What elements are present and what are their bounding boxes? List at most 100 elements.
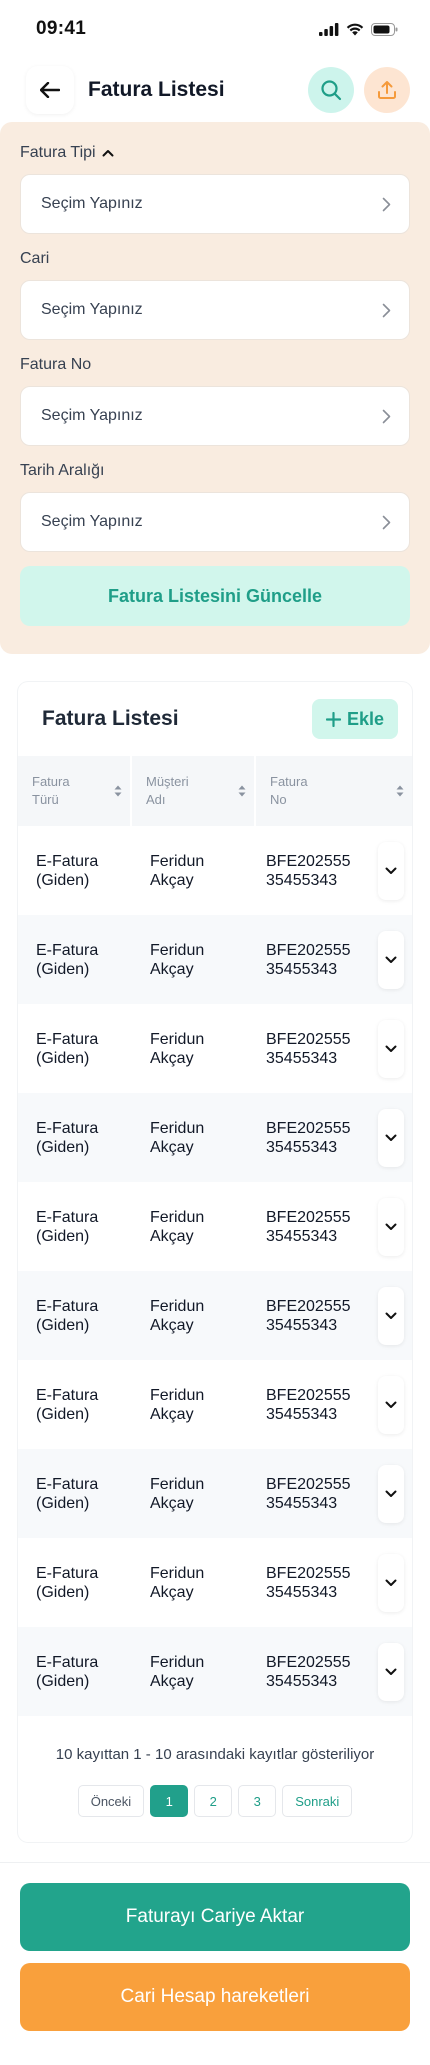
row-expand-button[interactable] — [378, 930, 404, 989]
status-time: 09:41 — [36, 18, 87, 39]
list-header: Fatura Listesi Ekle — [18, 682, 412, 756]
cell-line: 35455343 — [266, 960, 338, 978]
cell-line: 35455343 — [266, 1138, 338, 1156]
filter-label-text: Fatura No — [20, 356, 92, 373]
cell-line: Feridun — [150, 1030, 205, 1048]
cell-line: 35455343 — [266, 1049, 338, 1067]
cell-fatura-turu: E-Fatura (Giden) — [18, 1386, 132, 1424]
cell-line: E-Fatura — [36, 1386, 99, 1404]
filter-label-fatura-tipi[interactable]: Fatura Tipi — [20, 142, 410, 164]
cell-fatura-turu: E-Fatura (Giden) — [18, 941, 132, 979]
column-header-line: Fatura — [32, 774, 70, 789]
column-header-text: Müşteri Adı — [146, 773, 189, 809]
table-row: E-Fatura (Giden) Feridun Akçay BFE202555 35… — [18, 1538, 412, 1627]
sort-icon — [396, 785, 404, 797]
search-icon — [321, 80, 342, 101]
cell-line: (Giden) — [36, 1049, 90, 1067]
cell-line: 35455343 — [266, 1316, 338, 1334]
tarih-araligi-select[interactable]: Seçim Yapınız — [20, 492, 410, 552]
cell-fatura-turu: E-Fatura (Giden) — [18, 1653, 132, 1691]
cell-fatura-no: BFE202555 35455343 — [256, 1475, 360, 1513]
pagination: Önceki 1 2 3 Sonraki — [18, 1785, 412, 1817]
sort-icon — [114, 785, 122, 797]
cell-line: BFE202555 — [266, 1475, 351, 1493]
cell-line: Feridun — [150, 1297, 205, 1315]
transfer-to-account-button[interactable]: Faturayı Cariye Aktar — [20, 1883, 410, 1951]
invoice-list-card: Fatura Listesi Ekle Fatura Türü Müşteri Ad… — [18, 682, 412, 1842]
filter-label-text: Tarih Aralığı — [20, 462, 105, 479]
cell-fatura-turu: E-Fatura (Giden) — [18, 1119, 132, 1157]
back-button[interactable] — [26, 66, 74, 114]
row-expand-button[interactable] — [378, 1642, 404, 1701]
page-button-3[interactable]: 3 — [238, 1785, 277, 1817]
chevron-right-icon — [382, 303, 391, 317]
row-expand-button[interactable] — [378, 1108, 404, 1167]
row-expand-button[interactable] — [378, 1197, 404, 1256]
cell-fatura-turu: E-Fatura (Giden) — [18, 1475, 132, 1513]
column-header-fatura-no[interactable]: Fatura No — [256, 756, 412, 826]
chevron-up-icon — [102, 150, 114, 157]
next-page-button[interactable]: Sonraki — [282, 1785, 353, 1817]
chevron-right-icon — [382, 515, 391, 529]
fatura-tipi-select[interactable]: Seçim Yapınız — [20, 174, 410, 234]
cell-line: Feridun — [150, 1653, 205, 1671]
row-expand-button[interactable] — [378, 1553, 404, 1612]
fatura-no-select[interactable]: Seçim Yapınız — [20, 386, 410, 446]
cari-select[interactable]: Seçim Yapınız — [20, 280, 410, 340]
select-value: Seçim Yapınız — [41, 301, 143, 318]
chevron-down-icon — [385, 1223, 397, 1230]
cell-line: Akçay — [150, 1227, 194, 1245]
cell-line: E-Fatura — [36, 941, 99, 959]
status-bar: 09:41 — [0, 0, 430, 58]
add-button[interactable]: Ekle — [311, 699, 398, 739]
cell-line: E-Fatura — [36, 1564, 99, 1582]
cell-line: BFE202555 — [266, 1653, 351, 1671]
page-button-1[interactable]: 1 — [150, 1785, 189, 1817]
row-expand-button[interactable] — [378, 841, 404, 900]
cell-line: BFE202555 — [266, 941, 351, 959]
cell-line: Akçay — [150, 1494, 194, 1512]
cell-line: (Giden) — [36, 1227, 90, 1245]
account-movements-button[interactable]: Cari Hesap hareketleri — [20, 1963, 410, 2031]
chevron-down-icon — [385, 1579, 397, 1586]
cell-line: Feridun — [150, 1208, 205, 1226]
upload-icon — [378, 81, 396, 99]
cell-line: (Giden) — [36, 1316, 90, 1334]
cell-line: (Giden) — [36, 960, 90, 978]
cell-musteri-adi: Feridun Akçay — [132, 1386, 256, 1424]
filter-label-text: Cari — [20, 250, 50, 267]
cell-line: Feridun — [150, 1119, 205, 1137]
cell-line: (Giden) — [36, 1672, 90, 1690]
row-expand-button[interactable] — [378, 1464, 404, 1523]
update-list-button[interactable]: Fatura Listesini Güncelle — [20, 566, 410, 626]
select-value: Seçim Yapınız — [41, 513, 143, 530]
row-expand-button[interactable] — [378, 1375, 404, 1434]
cell-fatura-no: BFE202555 35455343 — [256, 852, 360, 890]
bottom-actions: Faturayı Cariye Aktar Cari Hesap hareket… — [0, 1862, 430, 2065]
cell-line: 35455343 — [266, 1227, 338, 1245]
row-expand-button[interactable] — [378, 1019, 404, 1078]
cell-line: (Giden) — [36, 1138, 90, 1156]
column-header-musteri-adi[interactable]: Müşteri Adı — [132, 756, 256, 826]
cell-musteri-adi: Feridun Akçay — [132, 941, 256, 979]
column-header-line: No — [270, 792, 287, 807]
filter-label-tarih-araligi: Tarih Aralığı — [20, 460, 410, 482]
plus-icon — [325, 711, 341, 727]
table-row: E-Fatura (Giden) Feridun Akçay BFE202555 35… — [18, 826, 412, 915]
sort-icon — [238, 785, 246, 797]
search-button[interactable] — [308, 67, 354, 113]
prev-page-button[interactable]: Önceki — [77, 1785, 145, 1817]
pagination-summary: 10 kayıttan 1 - 10 arasındaki kayıtlar g… — [55, 1746, 375, 1763]
column-header-fatura-turu[interactable]: Fatura Türü — [18, 756, 132, 826]
cell-line: Feridun — [150, 941, 205, 959]
row-expand-button[interactable] — [378, 1286, 404, 1345]
cell-line: BFE202555 — [266, 1208, 351, 1226]
cell-musteri-adi: Feridun Akçay — [132, 1297, 256, 1335]
cell-fatura-no: BFE202555 35455343 — [256, 1386, 360, 1424]
cell-line: E-Fatura — [36, 1475, 99, 1493]
upload-button[interactable] — [364, 67, 410, 113]
cell-fatura-turu: E-Fatura (Giden) — [18, 852, 132, 890]
cell-line: BFE202555 — [266, 1386, 351, 1404]
page-button-2[interactable]: 2 — [194, 1785, 233, 1817]
cell-line: E-Fatura — [36, 1653, 99, 1671]
